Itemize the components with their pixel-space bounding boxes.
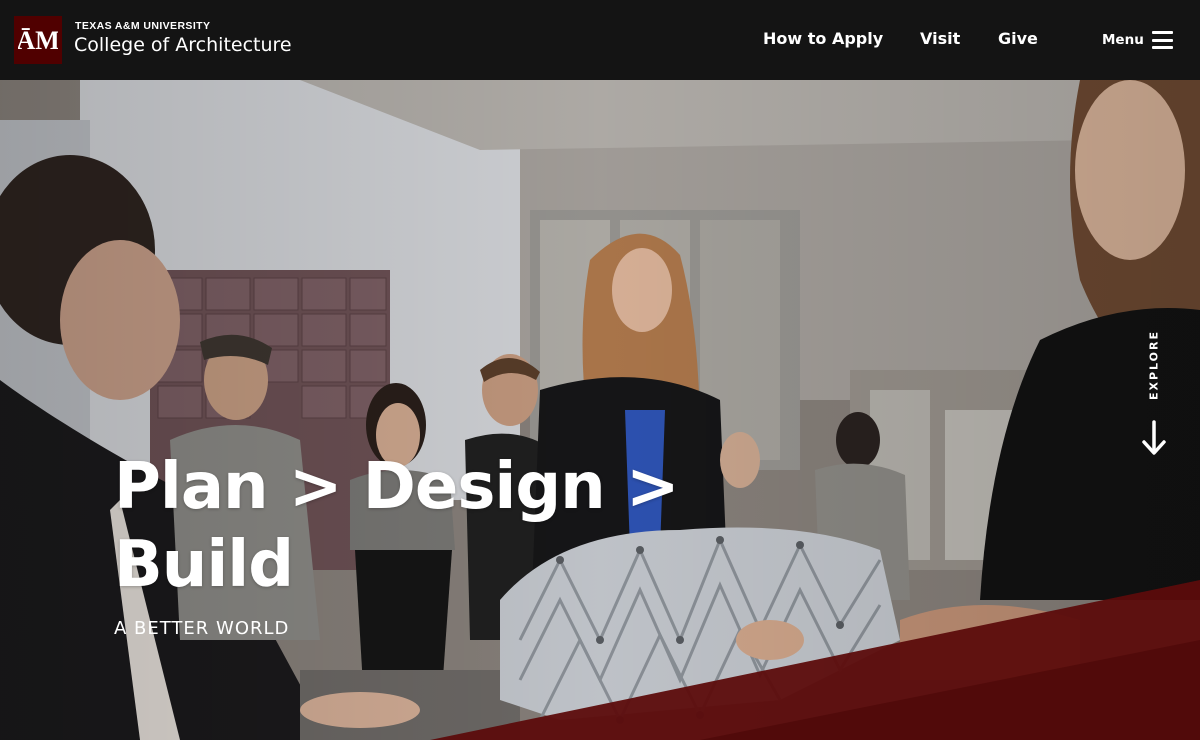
- menu-button[interactable]: Menu: [1102, 28, 1173, 52]
- hero-title-line1: Plan > Design >: [114, 450, 680, 524]
- page: ĀM TEXAS A&M UNIVERSITY College of Archi…: [0, 0, 1200, 740]
- atm-logo-icon[interactable]: ĀM: [14, 16, 62, 64]
- site-header: ĀM TEXAS A&M UNIVERSITY College of Archi…: [0, 0, 1200, 80]
- hero-subtitle: A BETTER WORLD: [114, 618, 290, 639]
- arrow-down-icon: [1142, 420, 1166, 455]
- nav-give[interactable]: Give: [998, 29, 1038, 48]
- menu-label: Menu: [1102, 32, 1144, 48]
- hamburger-icon: [1151, 31, 1173, 49]
- hero-title-line2: Build: [114, 528, 294, 602]
- nav-how-to-apply[interactable]: How to Apply: [763, 29, 883, 48]
- hero-title: Plan > Design > Build: [114, 448, 794, 604]
- nav-visit[interactable]: Visit: [920, 29, 960, 48]
- explore-label: EXPLORE: [1147, 329, 1161, 401]
- maroon-accent-band: [430, 580, 1200, 740]
- university-name: TEXAS A&M UNIVERSITY: [75, 20, 211, 32]
- hero-section: Plan > Design > Build A BETTER WORLD EXP…: [0, 80, 1200, 740]
- explore-button[interactable]: EXPLORE: [1138, 320, 1170, 460]
- college-name[interactable]: College of Architecture: [74, 34, 292, 56]
- svg-text:ĀM: ĀM: [18, 26, 58, 55]
